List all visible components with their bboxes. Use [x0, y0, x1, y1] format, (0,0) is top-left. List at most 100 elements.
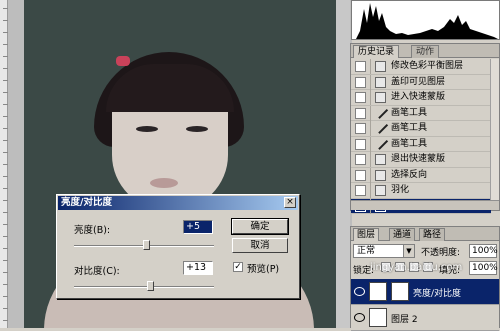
divider: [370, 167, 371, 183]
ruler-tick: [3, 68, 8, 69]
contrast-slider-handle[interactable]: [147, 281, 154, 291]
history-item-label: 修改色彩平衡图层: [391, 61, 464, 71]
brush-icon: [375, 108, 386, 119]
contrast-slider[interactable]: [74, 281, 214, 291]
doc-icon: [375, 154, 386, 165]
ruler-tick: [3, 212, 8, 213]
tab-layers[interactable]: 图层: [353, 228, 380, 241]
tab-channels[interactable]: 通道: [389, 228, 416, 241]
ruler-tick: [3, 104, 8, 105]
history-source-checkbox[interactable]: [355, 123, 366, 134]
history-item-label: 画笔工具: [391, 107, 428, 118]
history-item-label: 退出快速蒙版: [391, 154, 446, 164]
tab-paths[interactable]: 路径: [419, 228, 446, 241]
ruler-tick: [3, 32, 8, 33]
history-item[interactable]: 退出快速蒙版: [351, 152, 491, 168]
layer-mask-thumbnail: [391, 282, 409, 301]
history-source-checkbox[interactable]: [355, 154, 366, 165]
brightness-label: 亮度(B):: [74, 225, 111, 236]
history-item[interactable]: 画笔工具: [351, 136, 491, 152]
brightness-slider-handle[interactable]: [142, 240, 150, 250]
history-source-checkbox[interactable]: [355, 61, 366, 72]
histogram-graph: [356, 3, 498, 39]
history-source-checkbox[interactable]: [355, 169, 366, 181]
dialog-title-bar[interactable]: 亮度/对比度 ×: [58, 196, 298, 210]
history-item-label: 进入快速蒙版: [391, 92, 446, 102]
blend-mode-select[interactable]: 正常 ▼: [353, 244, 415, 258]
brightness-slider[interactable]: [74, 240, 214, 250]
ruler-tick: [3, 236, 8, 237]
visibility-eye-icon[interactable]: [354, 313, 365, 322]
ok-button[interactable]: 确定: [231, 218, 289, 235]
brush-icon: [375, 123, 386, 134]
divider: [370, 59, 371, 74]
vertical-ruler: [0, 0, 8, 328]
history-item[interactable]: 画笔工具: [351, 105, 491, 121]
history-source-checkbox[interactable]: [355, 138, 366, 150]
close-icon[interactable]: ×: [284, 197, 296, 208]
doc-icon: [375, 92, 386, 103]
layers-tab-bar: 图层 通道 路径: [351, 227, 499, 241]
history-source-checkbox[interactable]: [355, 92, 366, 103]
ruler-tick: [3, 200, 8, 201]
ruler-tick: [3, 92, 8, 93]
divider: [370, 183, 371, 198]
tab-actions[interactable]: 动作: [411, 45, 440, 58]
history-item[interactable]: 盖印可见图层: [351, 74, 491, 90]
history-tab-bar: 历史记录 动作: [351, 44, 499, 58]
layer-name: 亮度/对比度: [413, 289, 462, 299]
ruler-tick: [3, 164, 8, 165]
watermark: jingyan.baidu.com: [370, 262, 463, 273]
layer-thumbnail: [369, 308, 387, 327]
divider: [370, 136, 371, 152]
history-panel: 历史记录 动作 修改色彩平衡图层 盖印可见图层 进入快速蒙版 画笔工具 画笔工具 画笔工具…: [350, 43, 500, 214]
chevron-down-icon: ▼: [403, 245, 414, 257]
ruler-tick: [3, 56, 8, 57]
history-item[interactable]: 选择反向: [351, 167, 491, 183]
history-item[interactable]: 羽化: [351, 183, 491, 199]
tab-history[interactable]: 历史记录: [353, 45, 400, 58]
ruler-tick: [3, 188, 8, 189]
ruler-tick: [3, 224, 8, 225]
dialog-title: 亮度/对比度: [61, 197, 112, 208]
layer-row-brightness-contrast[interactable]: 亮度/对比度: [351, 279, 499, 305]
ruler-tick: [3, 260, 8, 261]
history-item[interactable]: 修改色彩平衡图层: [351, 59, 491, 75]
photo-left-eye: [136, 126, 158, 132]
opacity-input[interactable]: 100%: [469, 244, 498, 258]
cancel-button[interactable]: 取消: [232, 238, 288, 253]
ruler-tick: [3, 44, 8, 45]
brightness-input[interactable]: +5: [183, 220, 213, 234]
histogram-panel: [351, 0, 500, 40]
history-item[interactable]: 画笔工具: [351, 121, 491, 137]
history-scrollbar[interactable]: [490, 59, 499, 202]
history-source-checkbox[interactable]: [355, 76, 366, 88]
ruler-tick: [3, 128, 8, 129]
history-item[interactable]: 进入快速蒙版: [351, 90, 491, 106]
ruler-tick: [3, 20, 8, 21]
blend-mode-value: 正常: [357, 246, 376, 256]
brush-icon: [375, 139, 386, 150]
preview-checkbox[interactable]: ✓: [233, 262, 243, 272]
doc-icon: [375, 185, 386, 196]
divider: [370, 90, 371, 105]
ruler-tick: [3, 248, 8, 249]
divider: [370, 105, 371, 121]
visibility-eye-icon[interactable]: [354, 287, 365, 296]
ruler-tick: [3, 176, 8, 177]
doc-icon: [375, 169, 386, 181]
history-item-label: 画笔工具: [391, 123, 428, 133]
fill-input[interactable]: 100%: [469, 261, 498, 275]
history-source-checkbox[interactable]: [355, 185, 366, 196]
contrast-label: 对比度(C):: [74, 266, 120, 277]
contrast-input[interactable]: +13: [183, 261, 213, 275]
divider: [370, 74, 371, 90]
history-source-checkbox[interactable]: [355, 107, 366, 119]
layers-panel: 图层 通道 路径 正常 ▼ 不透明度: 100% 锁定: 填充: 100% 亮度…: [350, 226, 500, 331]
layer-row-layer-2[interactable]: 图层 2: [351, 305, 499, 331]
layer-name: 图层 2: [391, 315, 418, 325]
ruler-tick: [3, 8, 8, 9]
ruler-tick: [3, 152, 8, 153]
divider: [370, 121, 371, 136]
history-footer: [351, 200, 499, 210]
